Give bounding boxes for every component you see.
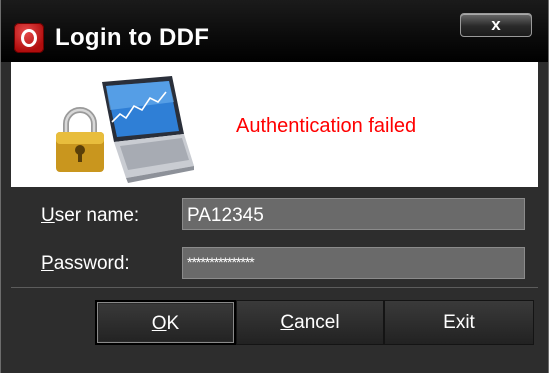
locked-laptop-icon [56, 76, 194, 183]
password-field[interactable]: *************** [182, 247, 525, 279]
username-label: User name: [41, 205, 140, 226]
app-logo-icon [14, 23, 44, 53]
close-icon: x [491, 15, 501, 34]
username-field[interactable] [182, 198, 525, 230]
exit-button[interactable]: Exit [384, 300, 534, 345]
password-label: Password: [41, 253, 130, 274]
divider [11, 287, 538, 288]
auth-status-message: Authentication failed [236, 115, 417, 137]
cancel-button[interactable]: Cancel [236, 300, 384, 345]
close-button[interactable]: x [460, 13, 532, 37]
ok-button[interactable]: OK [95, 300, 236, 345]
window-title: Login to DDF [55, 24, 210, 51]
title-bar[interactable]: Login to DDF x [1, 0, 548, 62]
status-banner: Authentication failed [11, 62, 538, 187]
login-dialog: Login to DDF x Authentication failed Use… [0, 0, 549, 373]
